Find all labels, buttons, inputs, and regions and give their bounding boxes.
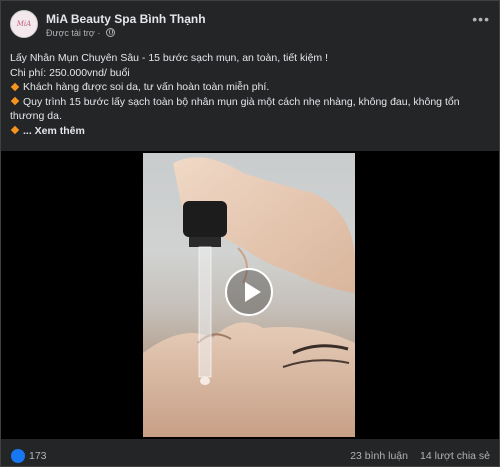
like-reaction-icon[interactable] <box>11 449 25 463</box>
comment-count[interactable]: 23 bình luận <box>350 450 408 462</box>
globe-icon <box>105 28 115 37</box>
page-avatar[interactable]: MiA <box>10 10 38 38</box>
like-count[interactable]: 173 <box>29 450 47 462</box>
page-name-link[interactable]: MiA Beauty Spa Bình Thạnh <box>46 12 206 26</box>
post-footer: 173 23 bình luận 14 lượt chia sẻ <box>1 445 499 467</box>
share-count[interactable]: 14 lượt chia sẻ <box>420 450 490 462</box>
bullet-1-text: Khách hàng được soi da, tư vấn hoàn toàn… <box>23 81 270 93</box>
post-bullet-2: Quy trình 15 bước lấy sạch toàn bộ nhân … <box>10 95 487 124</box>
orange-diamond-icon <box>10 125 20 135</box>
sponsored-text: Được tài trợ <box>46 28 95 38</box>
more-options-icon[interactable]: ••• <box>472 12 490 26</box>
see-more-link[interactable]: ... Xem thêm <box>23 125 85 137</box>
avatar-logo-text: MiA <box>16 20 32 28</box>
post-line-1: Lấy Nhân Mụn Chuyên Sâu - 15 bước sạch m… <box>10 52 328 64</box>
post-text: Lấy Nhân Mụn Chuyên Sâu - 15 bước sạch m… <box>10 51 487 138</box>
orange-diamond-icon <box>10 82 20 91</box>
post-line-2: Chi phí: 250.000vnd/ buổi <box>10 66 130 79</box>
post-header: MiA MiA Beauty Spa Bình Thạnh Được tài t… <box>10 10 490 40</box>
ad-post-card: MiA MiA Beauty Spa Bình Thạnh Được tài t… <box>0 0 500 467</box>
sponsored-label: Được tài trợ · <box>46 28 115 38</box>
post-bullet-1: Khách hàng được soi da, tư vấn hoàn toàn… <box>10 80 487 95</box>
bullet-2-text: Quy trình 15 bước lấy sạch toàn bộ nhân … <box>10 95 460 123</box>
post-see-more-line: ... Xem thêm <box>10 124 487 139</box>
video-container[interactable] <box>1 151 499 439</box>
play-icon[interactable] <box>225 268 273 316</box>
orange-diamond-icon <box>10 96 20 106</box>
video-frame[interactable] <box>143 153 355 437</box>
